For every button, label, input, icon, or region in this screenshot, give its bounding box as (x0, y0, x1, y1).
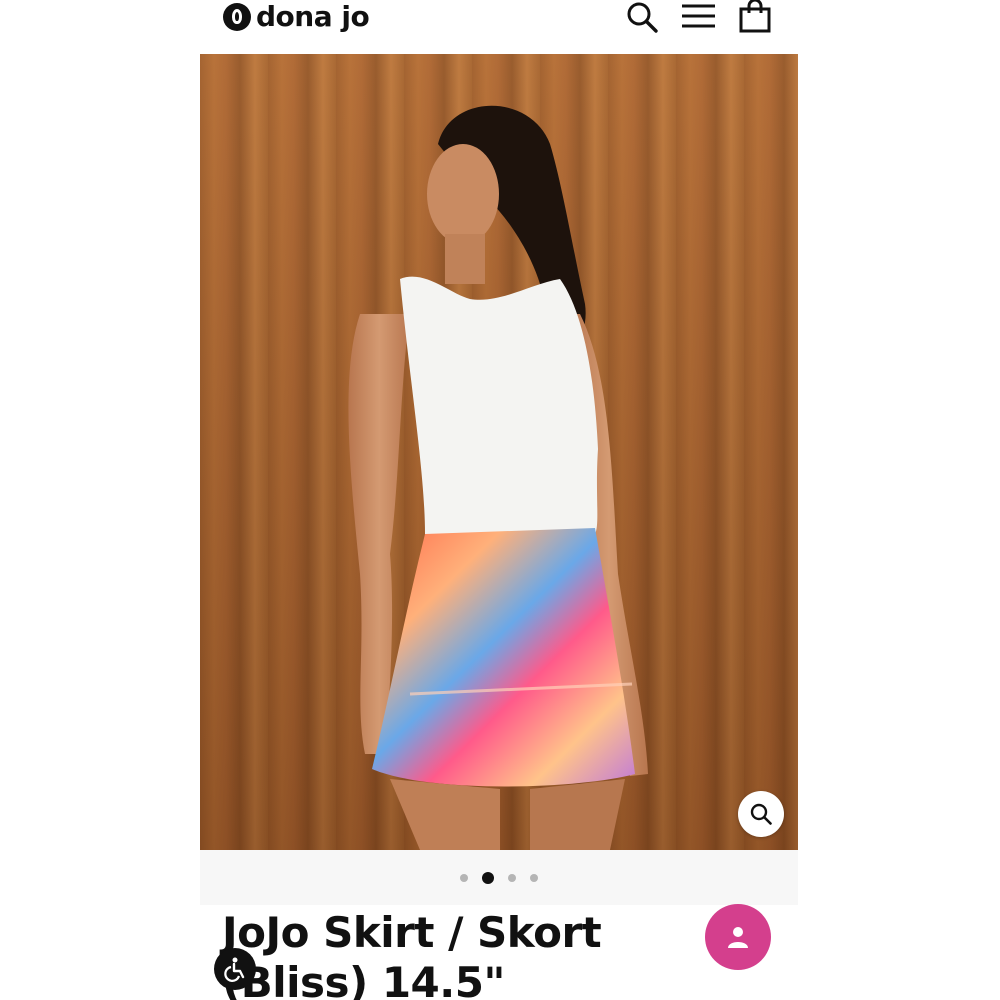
account-button[interactable] (705, 904, 771, 970)
model-illustration (348, 105, 648, 850)
product-image[interactable] (200, 54, 798, 850)
zoom-button[interactable] (738, 791, 784, 837)
menu-icon[interactable] (681, 0, 715, 34)
logo-text: dona jo (256, 0, 370, 33)
search-icon[interactable] (625, 0, 659, 34)
product-title-line-2: (Bliss) 14.5" (222, 958, 505, 1000)
logo-mark-icon (223, 3, 251, 31)
shopping-bag-icon[interactable] (738, 0, 772, 34)
site-header: dona jo (200, 0, 798, 54)
product-page: dona jo JoJo Skirt / Skort (Bliss) 14.5" (200, 0, 798, 1000)
pagination-dot[interactable] (530, 873, 538, 882)
pagination-dot-active[interactable] (482, 871, 494, 884)
magnifier-icon (750, 803, 772, 825)
logo[interactable]: dona jo (223, 0, 370, 33)
wheelchair-icon (224, 957, 245, 982)
pagination-dot[interactable] (460, 873, 468, 882)
pagination-dot[interactable] (508, 873, 516, 882)
accessibility-button[interactable] (214, 948, 256, 990)
product-title: JoJo Skirt / Skort (Bliss) 14.5" (222, 908, 642, 1000)
product-title-line-1: JoJo Skirt / Skort (222, 908, 602, 957)
image-pagination (200, 850, 798, 905)
user-icon (728, 927, 748, 948)
